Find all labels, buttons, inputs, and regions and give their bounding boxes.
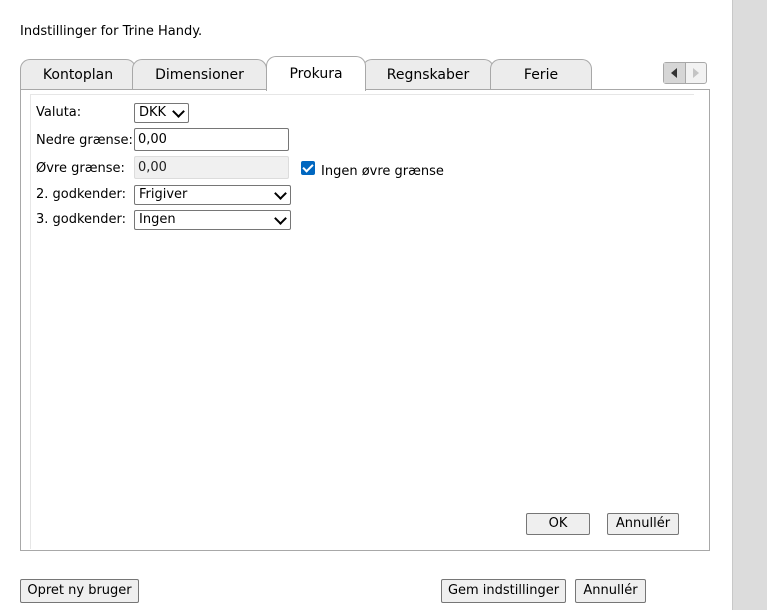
upper-limit-label: Øvre grænse:	[36, 161, 125, 176]
chevron-down-icon	[274, 187, 287, 200]
approver2-select[interactable]: Frigiver	[134, 185, 291, 205]
tab-scroll-control	[663, 62, 707, 84]
tab-kontoplan[interactable]: Kontoplan	[20, 59, 136, 89]
tab-prokura[interactable]: Prokura	[266, 56, 366, 91]
create-user-button[interactable]: Opret ny bruger	[20, 579, 139, 603]
approver3-value: Ingen	[139, 212, 176, 227]
save-settings-button[interactable]: Gem indstillinger	[441, 579, 566, 603]
approver2-label: 2. godkender:	[36, 187, 127, 202]
page-title: Indstillinger for Trine Handy.	[20, 24, 203, 39]
scrollbar-track[interactable]	[732, 0, 767, 610]
lower-limit-label: Nedre grænse:	[36, 133, 133, 148]
no-upper-limit-checkbox[interactable]	[301, 161, 315, 175]
chevron-down-icon	[274, 212, 287, 225]
tab-scroll-right-button[interactable]	[686, 63, 707, 83]
chevron-down-icon	[172, 105, 185, 118]
footer-cancel-button[interactable]: Annullér	[575, 579, 646, 603]
upper-limit-input[interactable]: 0,00	[134, 156, 289, 179]
tab-regnskaber[interactable]: Regnskaber	[362, 59, 494, 89]
tab-ferie[interactable]: Ferie	[490, 59, 592, 89]
no-upper-limit-label: Ingen øvre grænse	[321, 164, 444, 179]
lower-limit-input[interactable]: 0,00	[134, 128, 289, 151]
prokura-panel: Valuta: DKK Nedre grænse: 0,00 Øvre græn…	[20, 89, 710, 551]
approver3-label: 3. godkender:	[36, 212, 127, 227]
arrow-left-icon	[671, 68, 678, 78]
prokura-inner-panel	[30, 94, 694, 549]
approver2-value: Frigiver	[139, 187, 188, 202]
currency-label: Valuta:	[36, 105, 82, 120]
approver3-select[interactable]: Ingen	[134, 210, 291, 230]
tab-bar: Kontoplan Dimensioner Prokura Regnskaber…	[20, 56, 720, 91]
currency-select[interactable]: DKK	[134, 103, 189, 123]
arrow-right-icon	[692, 68, 699, 78]
currency-value: DKK	[139, 105, 167, 120]
tab-scroll-left-button[interactable]	[664, 63, 686, 83]
tab-dimensioner[interactable]: Dimensioner	[132, 59, 267, 89]
ok-button[interactable]: OK	[526, 513, 590, 535]
panel-cancel-button[interactable]: Annullér	[607, 513, 679, 535]
